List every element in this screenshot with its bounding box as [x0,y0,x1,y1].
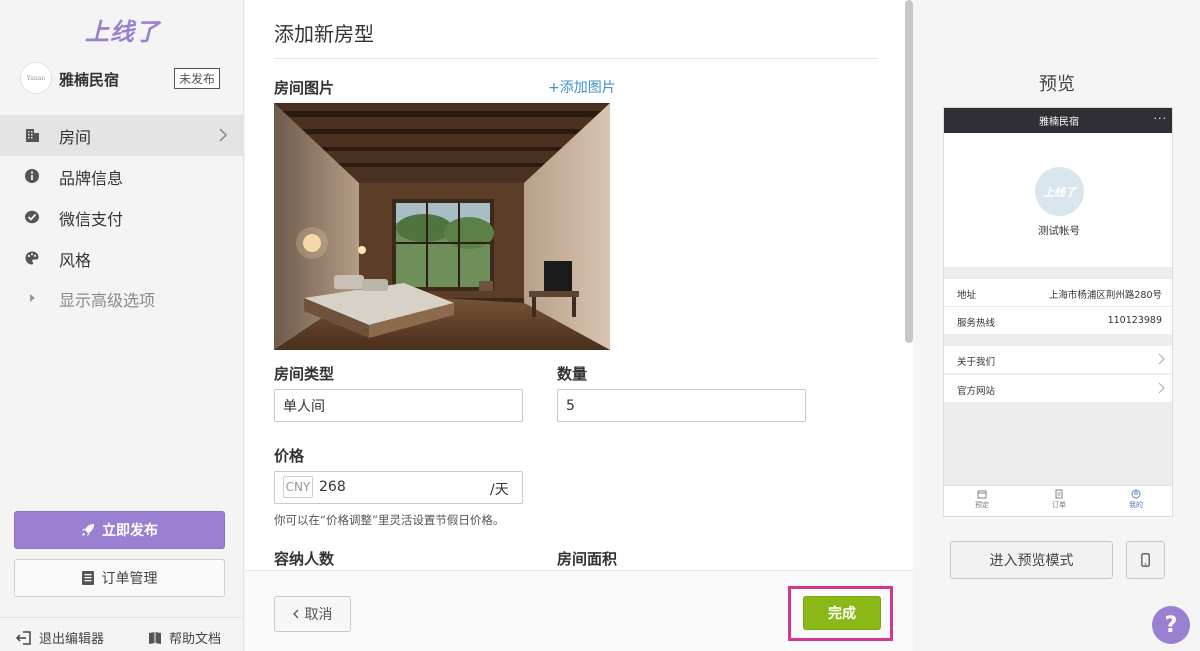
price-label: 价格 [274,447,305,465]
phone-tab-book: 预定 [962,489,1002,510]
wechat-pay-icon [25,210,39,224]
phone-tab-orders: 订单 [1039,489,1079,510]
quantity-label: 数量 [557,365,588,383]
building-icon [26,129,39,142]
chevron-right-icon [1158,353,1165,365]
order-management-button[interactable]: 订单管理 [14,559,225,597]
phone-preview: 雅楠民宿 ··· 上线了 测试帐号 地址 上海市杨浦区荆州路280号 服务热线 … [943,107,1173,517]
info-icon [25,169,39,183]
address-label: 地址 [957,290,977,301]
capacity-label: 容纳人数 [274,550,335,568]
document-icon [1055,489,1063,499]
sidebar-footer: 退出编辑器 帮助文档 [0,617,244,651]
room-type-label: 房间类型 [274,365,335,383]
publish-label: 立即发布 [102,523,158,539]
done-button[interactable]: 完成 [803,596,881,630]
phone-avatar: 上线了 [1035,167,1084,216]
add-room-form: 添加新房型 房间图片 +添加图片 房间类型 单人间 数量 5 价格 CNY 26… [245,0,913,651]
orders-label: 订单管理 [101,571,158,587]
sidebar-item-style[interactable]: 风格 [0,238,244,279]
show-advanced-options[interactable]: 显示高级选项 [0,278,244,319]
room-image-label: 房间图片 [274,79,335,97]
hotline-value: 110123989 [1107,315,1162,326]
cancel-label: 取消 [304,607,333,623]
room-type-input[interactable]: 单人间 [274,389,523,422]
phone-hotline-row: 服务热线 110123989 [944,307,1172,335]
sidebar-item-label: 风格 [59,250,92,270]
brand-header: Yanan 雅楠民宿 未发布 [18,62,228,96]
about-label: 关于我们 [957,357,996,368]
brand-avatar: Yanan [20,62,52,94]
exit-editor-link[interactable]: 退出编辑器 [16,628,104,647]
room-area-label: 房间面积 [557,550,618,568]
hotline-label: 服务热线 [957,318,996,329]
sidebar-item-label: 品牌信息 [59,168,124,188]
price-hint: 你可以在“价格调整”里灵活设置节假日价格。 [274,513,505,527]
help-button[interactable]: ? [1152,606,1190,644]
preview-title: 预览 [1039,74,1075,95]
sidebar-item-wechat-pay[interactable]: 微信支付 [0,197,244,238]
tab-label: 我的 [1129,501,1143,509]
phone-app-title: 雅楠民宿 [1039,117,1079,128]
phone-address-row: 地址 上海市杨浦区荆州路280号 [944,279,1172,307]
form-footer: 取消 完成 [245,570,913,651]
rocket-icon [81,523,95,537]
cancel-button[interactable]: 取消 [274,596,351,632]
title-divider [274,58,878,59]
palette-icon [25,251,39,265]
show-advanced-label: 显示高级选项 [59,290,156,310]
phone-about-row: 关于我们 [944,346,1172,374]
user-icon [1131,489,1141,499]
phone-website-row: 官方网站 [944,375,1172,403]
website-label: 官方网站 [957,386,996,397]
quantity-input[interactable]: 5 [557,389,806,422]
brand-name: 雅楠民宿 [59,71,120,89]
phone-profile: 上线了 测试帐号 [944,133,1172,267]
more-icon: ··· [1153,112,1167,125]
phone-app-bar: 雅楠民宿 ··· [944,108,1172,133]
sidebar-item-label: 微信支付 [59,209,124,229]
phone-tab-bar: 预定 订单 我的 [944,485,1172,516]
room-photo[interactable] [274,103,610,350]
publish-button[interactable]: 立即发布 [14,511,225,549]
app-logo[interactable]: 上线了 [85,12,160,47]
phone-tab-mine: 我的 [1116,489,1156,510]
mobile-phone-icon [1141,553,1150,567]
chevron-right-icon [219,128,228,142]
room-photo-image [274,103,610,350]
tab-label: 订单 [1052,501,1066,509]
book-icon [149,631,161,644]
exit-editor-label: 退出编辑器 [39,632,105,647]
status-badge: 未发布 [174,68,221,89]
page-title: 添加新房型 [274,22,374,46]
enter-preview-mode-button[interactable]: 进入预览模式 [950,541,1113,579]
currency-prefix: CNY [283,476,313,498]
calendar-icon [977,490,987,499]
sidebar-item-rooms[interactable]: 房间 [0,115,244,156]
price-unit: /天 [490,482,509,498]
help-docs-link[interactable]: 帮助文档 [148,628,221,647]
sidebar-item-brand-info[interactable]: 品牌信息 [0,156,244,197]
form-scrollbar[interactable] [905,0,913,343]
tab-label: 预定 [975,501,989,509]
mobile-device-button[interactable] [1126,541,1165,579]
add-image-link[interactable]: +添加图片 [548,77,616,97]
sidebar-item-label: 房间 [59,127,92,147]
list-document-icon [81,571,94,585]
sign-out-icon [16,630,31,645]
help-docs-label: 帮助文档 [169,632,222,647]
chevron-right-icon [1158,382,1165,394]
caret-right-icon [30,294,35,302]
phone-account-name: 测试帐号 [1038,225,1080,237]
chevron-left-icon [292,609,298,619]
price-value: 268 [319,479,346,495]
sidebar: 上线了 Yanan 雅楠民宿 未发布 房间 品牌信息 微信支付 风格 显示高级选… [0,0,244,651]
preview-panel: 预览 雅楠民宿 ··· 上线了 测试帐号 地址 上海市杨浦区荆州路280号 服务… [914,0,1200,651]
address-value: 上海市杨浦区荆州路280号 [1048,290,1162,301]
